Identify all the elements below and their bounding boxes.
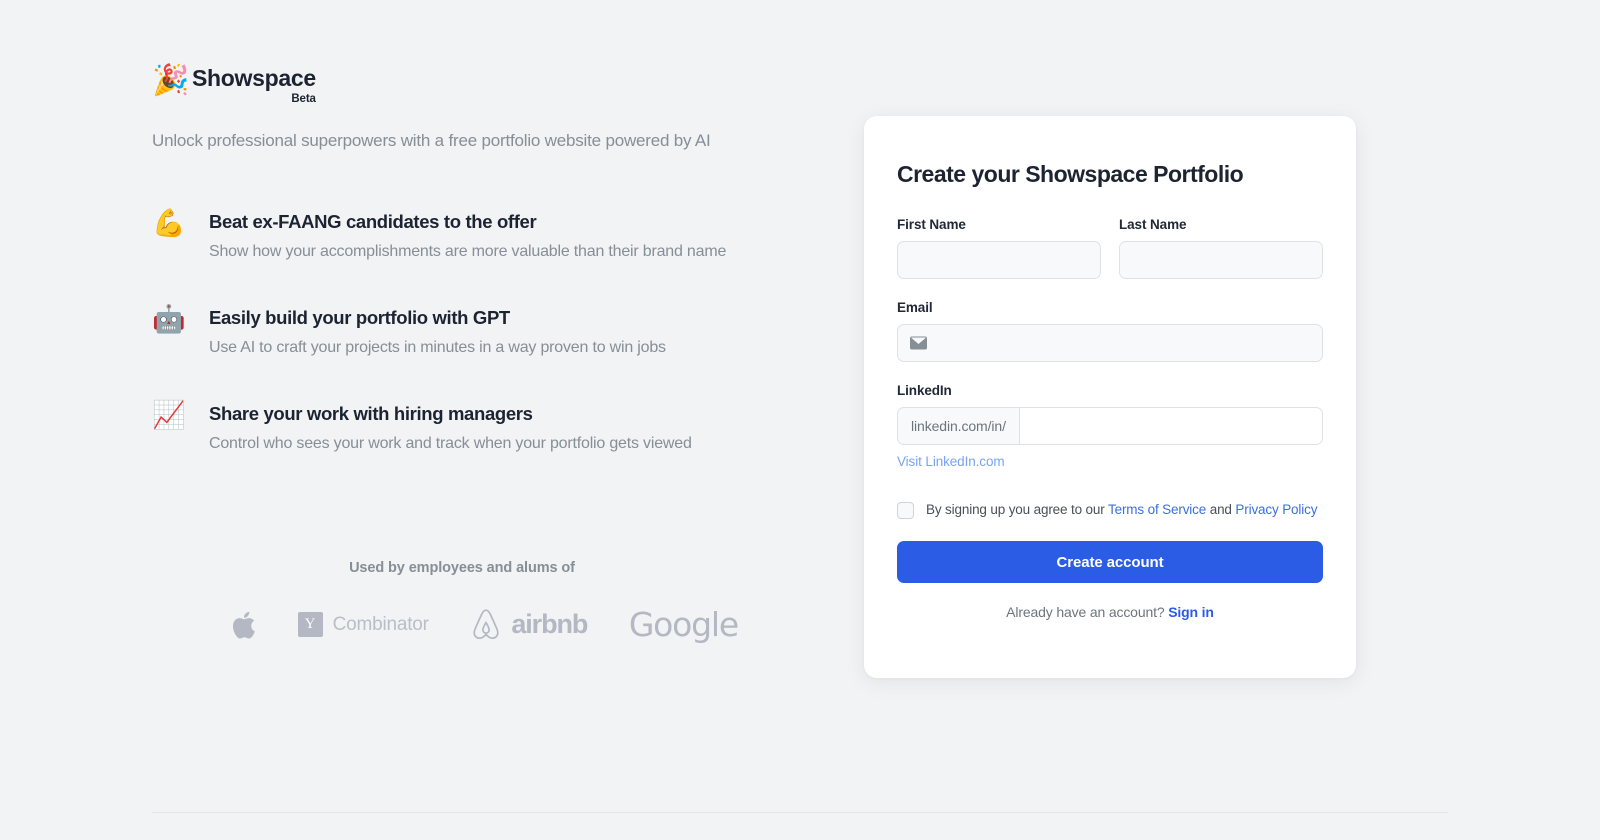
linkedin-input-group: linkedin.com/in/ (897, 407, 1323, 445)
feature-subtitle: Control who sees your work and track whe… (209, 434, 692, 452)
ycombinator-wordmark: Combinator (332, 613, 429, 635)
feature-title: Share your work with hiring managers (209, 402, 533, 424)
brand-name: Showspace (192, 65, 316, 91)
first-name-label: First Name (897, 217, 966, 232)
brand-text: Showspace Beta (192, 66, 316, 105)
party-popper-icon: 🎉 (152, 63, 190, 98)
feature-item: 📈 Share your work with hiring managers C… (152, 400, 812, 455)
signup-card: Create your Showspace Portfolio First Na… (864, 116, 1356, 678)
terms-row: By signing up you agree to our Terms of … (897, 501, 1323, 519)
create-account-button[interactable]: Create account (897, 541, 1323, 584)
brand-header: 🎉 Showspace Beta (152, 66, 812, 105)
feature-subtitle: Show how your accomplishments are more v… (209, 243, 727, 261)
footer-divider (152, 812, 1448, 813)
ycombinator-mark: Y (297, 612, 323, 637)
signin-row: Already have an account? Sign in (897, 604, 1323, 620)
marketing-column: 🎉 Showspace Beta Unlock professional sup… (152, 0, 812, 496)
sign-in-link[interactable]: Sign in (1168, 604, 1214, 620)
google-logo: Google (628, 605, 739, 644)
terms-text: By signing up you agree to our Terms of … (926, 501, 1317, 519)
terms-checkbox[interactable] (897, 502, 914, 519)
signup-page: 🎉 Showspace Beta Unlock professional sup… (0, 0, 1600, 840)
terms-prefix: By signing up you agree to our (926, 502, 1108, 517)
linkedin-group: LinkedIn linkedin.com/in/ Visit LinkedIn… (897, 383, 1323, 471)
airbnb-logo: airbnb (470, 608, 588, 642)
feature-body: Easily build your portfolio with GPT Use… (209, 304, 666, 359)
email-input[interactable] (897, 324, 1323, 362)
flexed-biceps-icon: 💪 (152, 207, 186, 239)
ycombinator-logo: Y Combinator (297, 612, 429, 637)
privacy-policy-link[interactable]: Privacy Policy (1235, 502, 1317, 517)
visit-linkedin-link[interactable]: Visit LinkedIn.com (897, 454, 1005, 469)
feature-title: Beat ex-FAANG candidates to the offer (209, 210, 537, 232)
feature-title: Easily build your portfolio with GPT (209, 306, 510, 328)
feature-subtitle: Use AI to craft your projects in minutes… (209, 338, 666, 356)
terms-conjunction: and (1206, 502, 1236, 517)
terms-of-service-link[interactable]: Terms of Service (1108, 502, 1206, 517)
linkedin-url-prefix: linkedin.com/in/ (897, 407, 1019, 445)
social-proof: Used by employees and alums of Y Combina… (152, 560, 812, 644)
apple-logo (230, 609, 256, 641)
email-group: Email (897, 300, 1323, 362)
last-name-label: Last Name (1119, 217, 1187, 232)
linkedin-handle-input[interactable] (1018, 407, 1323, 445)
airbnb-wordmark: airbnb (511, 609, 588, 639)
robot-icon: 🤖 (152, 303, 186, 335)
social-proof-caption: Used by employees and alums of (349, 560, 575, 576)
feature-item: 💪 Beat ex-FAANG candidates to the offer … (152, 208, 812, 263)
feature-body: Beat ex-FAANG candidates to the offer Sh… (209, 208, 726, 263)
feature-list: 💪 Beat ex-FAANG candidates to the offer … (152, 208, 812, 455)
tagline: Unlock professional superpowers with a f… (152, 130, 711, 150)
chart-increasing-icon: 📈 (152, 399, 186, 431)
feature-body: Share your work with hiring managers Con… (209, 400, 692, 455)
feature-item: 🤖 Easily build your portfolio with GPT U… (152, 304, 812, 359)
logo-row: Y Combinator airbnb Google (152, 605, 739, 644)
name-fields-row: First Name Last Name (897, 217, 1323, 279)
linkedin-label: LinkedIn (897, 383, 952, 398)
last-name-input[interactable] (1119, 241, 1323, 279)
card-title: Create your Showspace Portfolio (897, 161, 1244, 187)
last-name-group: Last Name (1119, 217, 1323, 279)
first-name-group: First Name (897, 217, 1101, 279)
email-label: Email (897, 300, 933, 315)
email-input-wrap (897, 324, 1323, 362)
first-name-input[interactable] (897, 241, 1101, 279)
beta-badge: Beta (291, 92, 316, 105)
signin-prompt: Already have an account? (1006, 604, 1169, 621)
